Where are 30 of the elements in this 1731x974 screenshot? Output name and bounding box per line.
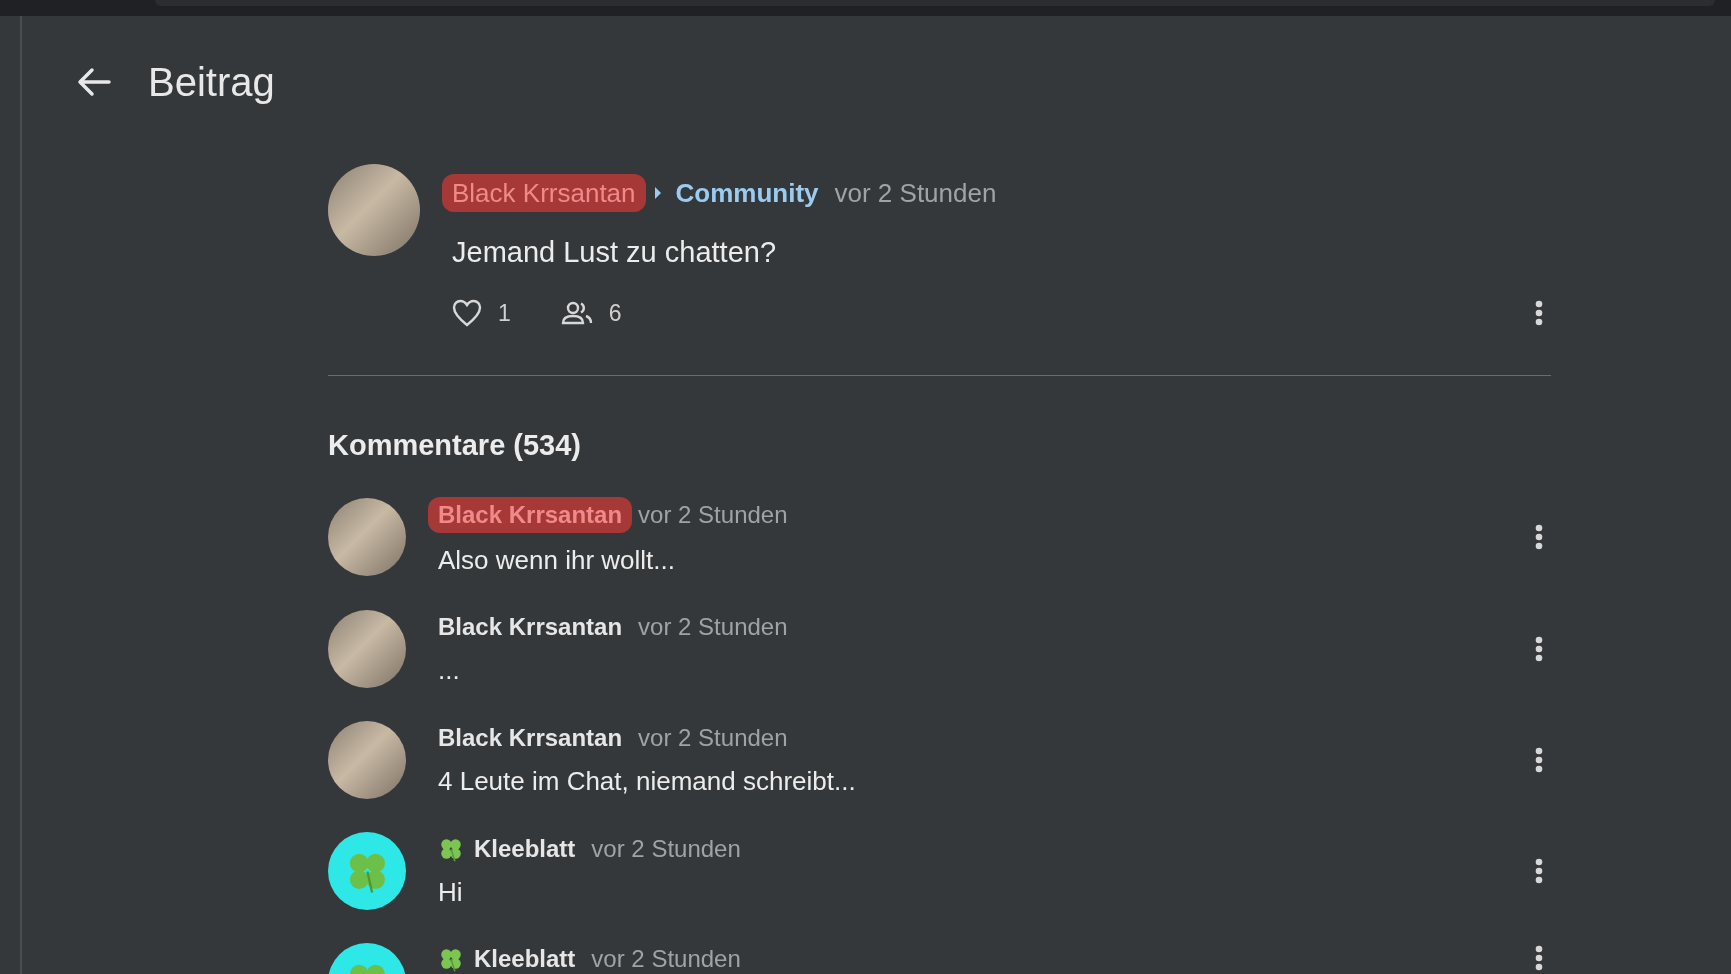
more-vertical-icon <box>1535 945 1543 971</box>
author-name[interactable]: Kleeblatt <box>474 833 576 865</box>
caret-icon <box>653 186 662 200</box>
more-vertical-icon <box>1535 747 1543 773</box>
participants-button[interactable]: 6 <box>560 296 622 331</box>
post-text: Jemand Lust zu chatten? <box>452 235 778 270</box>
comment-text: ... <box>438 654 461 687</box>
author-name[interactable]: Black Krrsantan <box>438 611 623 643</box>
more-vertical-icon <box>1535 524 1543 550</box>
comment-text: 4 Leute im Chat, niemand schreibt... <box>438 765 857 798</box>
back-arrow-icon <box>77 67 111 97</box>
comment-time: vor 2 Stunden <box>638 723 788 753</box>
author-name[interactable]: Kleeblatt <box>474 943 576 974</box>
comment-time: vor 2 Stunden <box>638 500 788 530</box>
comment-text: Also wenn ihr wollt... <box>438 544 676 577</box>
people-icon <box>560 301 593 326</box>
comments-heading: Kommentare (534) <box>328 427 583 463</box>
comment-time: vor 2 Stunden <box>591 834 741 864</box>
more-vertical-icon <box>1535 636 1543 662</box>
comment-text: Hi <box>438 876 464 909</box>
more-vertical-icon <box>1535 858 1543 884</box>
page-title: Beitrag <box>148 59 275 106</box>
community-link[interactable]: Community <box>675 176 819 210</box>
author-name[interactable]: Black Krrsantan <box>438 722 623 754</box>
post-time: vor 2 Stunden <box>834 177 997 210</box>
more-vertical-icon <box>1535 300 1543 327</box>
comment-time: vor 2 Stunden <box>591 944 741 974</box>
comment-time: vor 2 Stunden <box>638 612 788 642</box>
heart-icon <box>452 299 482 328</box>
like-button[interactable]: 1 <box>452 296 511 331</box>
